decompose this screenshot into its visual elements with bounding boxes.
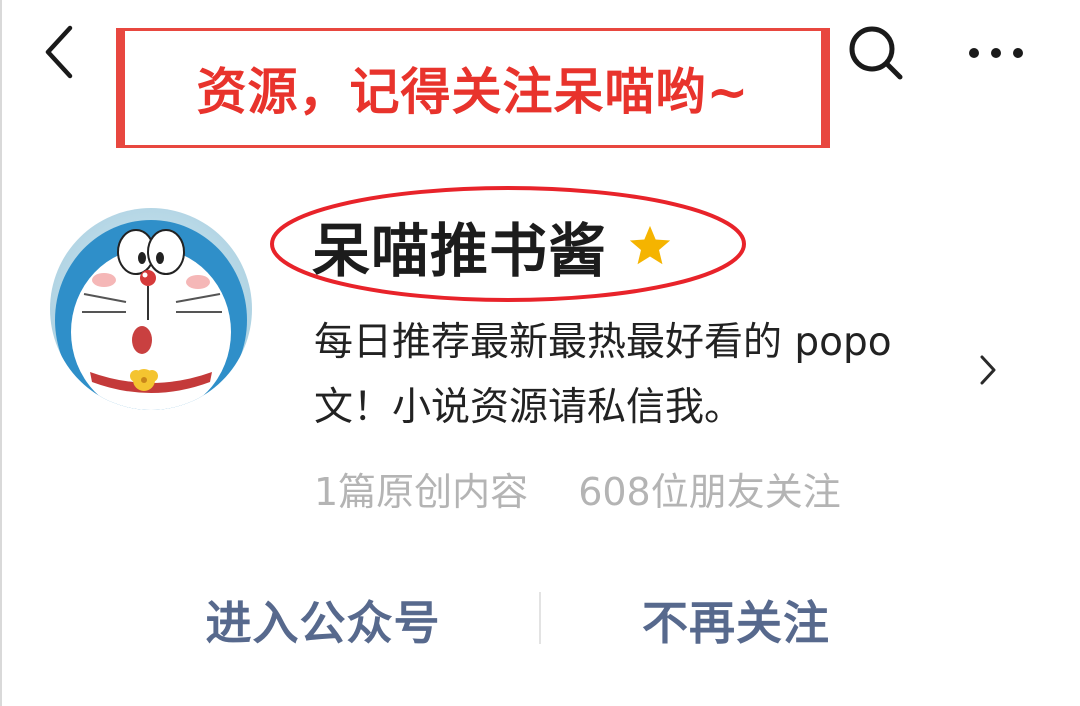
unfollow-label: 不再关注 [642, 596, 830, 650]
profile-detail-button[interactable] [966, 348, 1010, 392]
chevron-right-icon [980, 355, 996, 385]
bio-line-2: 文！小说资源请私信我。 [314, 385, 744, 430]
banner-text: 资源，记得关注呆喵哟~ [196, 63, 750, 121]
promo-banner: 资源，记得关注呆喵哟~ [116, 28, 830, 148]
screen-edge [0, 0, 2, 706]
bio-line-1: 每日推荐最新最热最好看的 popo [314, 320, 892, 365]
account-bio: 每日推荐最新最热最好看的 popo 文！小说资源请私信我。 [314, 310, 954, 440]
account-card-screen: 资源，记得关注呆喵哟~ 呆喵推书酱 每日推荐最新最热最好看的 popo 文！小说… [0, 0, 1080, 706]
account-stats: 1篇原创内容 608位朋友关注 [314, 460, 841, 516]
highlight-ellipse [270, 186, 746, 302]
follower-count: 608位朋友关注 [578, 469, 841, 514]
back-button[interactable] [30, 22, 90, 82]
search-icon [849, 26, 903, 80]
action-divider [539, 592, 541, 644]
enter-account-button[interactable]: 进入公众号 [150, 580, 496, 660]
more-options-button[interactable] [960, 20, 1032, 86]
more-dots-icon [969, 48, 1023, 58]
doraemon-avatar-image [50, 208, 252, 410]
avatar[interactable] [50, 208, 252, 410]
enter-account-label: 进入公众号 [205, 596, 441, 650]
original-content-count: 1篇原创内容 [314, 469, 529, 514]
unfollow-button[interactable]: 不再关注 [566, 580, 906, 660]
chevron-left-icon [45, 25, 73, 79]
search-button[interactable] [843, 20, 909, 86]
